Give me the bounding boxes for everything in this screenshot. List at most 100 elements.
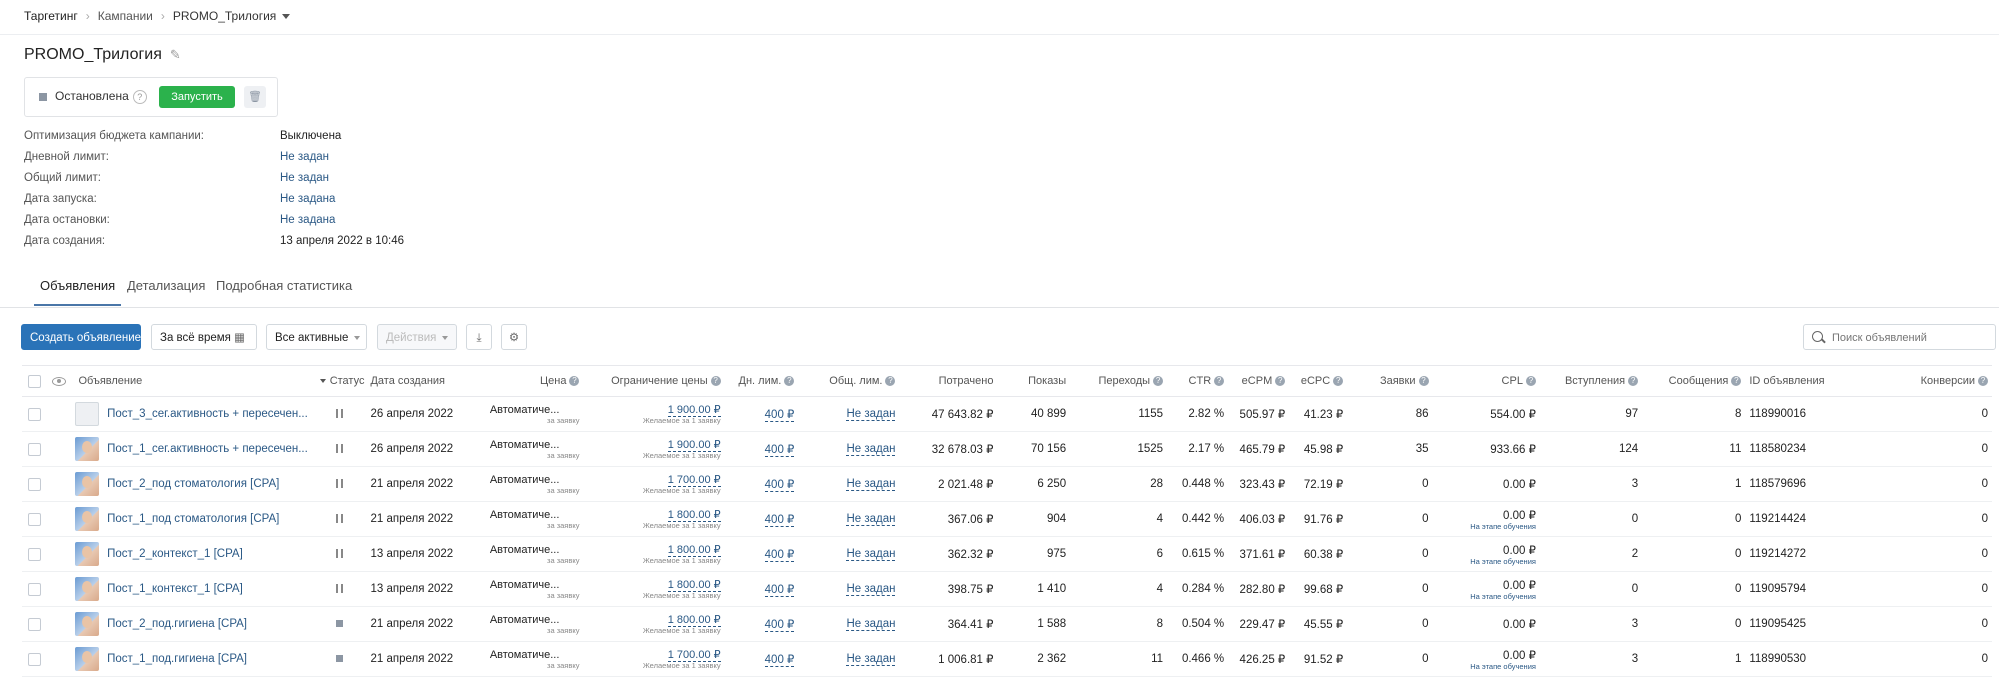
help-icon[interactable]: ? (1333, 376, 1344, 387)
table-row[interactable]: Пост_2_контекст_1 [CPA] 13 апреля 2022 Авт… (22, 536, 1992, 572)
breadcrumb-campaigns[interactable]: Кампании (98, 9, 153, 23)
price-limit-link[interactable]: 1 800.00 ₽ (667, 508, 721, 522)
total-limit-link[interactable]: Не задан (846, 478, 896, 491)
help-icon[interactable]: ? (710, 376, 721, 387)
pencil-icon[interactable]: ✎ (170, 47, 181, 63)
daily-limit-link[interactable]: Не задан (280, 151, 329, 163)
total-limit-link[interactable]: Не задан (846, 443, 896, 456)
ad-name-link[interactable]: Пост_2_контекст_1 [CPA] (107, 548, 243, 560)
col-spent[interactable]: Потрачено (899, 365, 998, 397)
ad-thumbnail[interactable] (74, 647, 99, 671)
row-checkbox[interactable] (28, 407, 42, 421)
price-limit-link[interactable]: 1 900.00 ₽ (667, 403, 721, 417)
ad-thumbnail[interactable] (74, 577, 99, 601)
help-icon[interactable]: ? (1628, 376, 1639, 387)
help-icon[interactable]: ? (1731, 376, 1742, 387)
total-limit-link[interactable]: Не задан (846, 548, 896, 561)
col-price-limit[interactable]: Ограничение цены? (583, 365, 725, 397)
day-limit-link[interactable]: 400 ₽ (764, 409, 795, 422)
col-leads[interactable]: Заявки? (1347, 365, 1433, 397)
price-limit-link[interactable]: 1 900.00 ₽ (667, 438, 721, 452)
col-conversions[interactable]: Конверсии? (1853, 365, 1992, 397)
col-created[interactable]: Дата создания (366, 365, 472, 397)
table-row[interactable]: Пост_1_под.гигиена [CPA] 21 апреля 2022 Ав… (22, 641, 1992, 677)
pause-icon[interactable] (335, 479, 343, 489)
price-limit-link[interactable]: 1 800.00 ₽ (667, 578, 721, 592)
day-limit-link[interactable]: 400 ₽ (764, 654, 795, 667)
stop-date-link[interactable]: Не задана (280, 214, 335, 226)
day-limit-link[interactable]: 400 ₽ (764, 584, 795, 597)
ad-thumbnail[interactable] (74, 507, 99, 531)
download-icon[interactable]: ⤓ (466, 324, 492, 350)
total-limit-link[interactable]: Не задан (846, 408, 896, 421)
help-icon[interactable]: ? (1525, 376, 1536, 387)
trash-icon[interactable]: 🗑 (244, 86, 266, 108)
breadcrumb-targeting[interactable]: Таргетинг (24, 9, 78, 23)
day-limit-link[interactable]: 400 ₽ (764, 479, 795, 492)
stop-icon[interactable] (335, 655, 343, 663)
col-ecpm[interactable]: eCPM? (1228, 365, 1290, 397)
visibility-column[interactable] (47, 365, 71, 397)
ad-name-link[interactable]: Пост_2_под стоматология [CPA] (107, 478, 279, 490)
help-icon[interactable]: ? (1418, 376, 1429, 387)
row-checkbox[interactable] (28, 617, 42, 631)
checkbox[interactable] (28, 374, 42, 388)
col-shows[interactable]: Показы (997, 365, 1071, 397)
help-icon[interactable]: ? (885, 376, 896, 387)
row-checkbox[interactable] (28, 512, 42, 526)
price-cell[interactable]: Автоматиче... за заявку (471, 606, 584, 642)
col-ad[interactable]: Объявление (70, 365, 312, 397)
price-limit-link[interactable]: 1 700.00 ₽ (667, 473, 721, 487)
total-limit-link[interactable]: Не задан (846, 513, 896, 526)
price-cell[interactable]: Автоматиче... за заявку (471, 641, 584, 677)
col-day-limit[interactable]: Дн. лим.? (724, 365, 799, 397)
create-ad-button[interactable]: Создать объявление (21, 324, 141, 350)
actions-select[interactable]: Действия (377, 324, 457, 350)
tab-ads[interactable]: Объявления (33, 278, 122, 306)
tab-statistics[interactable]: Подробная статистика (216, 278, 352, 293)
row-checkbox[interactable] (28, 582, 42, 596)
gear-icon[interactable]: ⚙ (501, 324, 527, 350)
start-date-link[interactable]: Не задана (280, 193, 335, 205)
total-limit-link[interactable]: Не задан (846, 583, 896, 596)
table-row[interactable]: Пост_2_под стоматология [CPA] 21 апреля 2… (22, 466, 1992, 502)
price-cell[interactable]: Автоматиче... за заявку (471, 466, 584, 502)
ad-name-link[interactable]: Пост_1_контекст_1 [CPA] (107, 583, 243, 595)
price-limit-link[interactable]: 1 700.00 ₽ (667, 648, 721, 662)
pause-icon[interactable] (335, 584, 343, 594)
price-cell[interactable]: Автоматиче... за заявку (471, 571, 584, 607)
filter-select[interactable]: Все активные (266, 324, 367, 350)
col-cpl[interactable]: CPL? (1432, 365, 1540, 397)
breadcrumb-current[interactable]: PROMO_Трилогия (173, 9, 276, 23)
col-clicks[interactable]: Переходы? (1070, 365, 1168, 397)
col-ctr[interactable]: CTR? (1167, 365, 1229, 397)
table-row[interactable]: Пост_1_под стоматология [CPA] 21 апреля 2… (22, 501, 1992, 537)
ad-name-link[interactable]: Пост_1_сег.активность + пересечен... (107, 443, 308, 455)
ad-thumbnail[interactable] (74, 472, 99, 496)
pause-icon[interactable] (335, 514, 343, 524)
price-cell[interactable]: Автоматиче... за заявку (471, 501, 584, 537)
price-limit-link[interactable]: 1 800.00 ₽ (667, 613, 721, 627)
day-limit-link[interactable]: 400 ₽ (764, 514, 795, 527)
ad-name-link[interactable]: Пост_1_под.гигиена [CPA] (107, 653, 247, 665)
price-cell[interactable]: Автоматиче... за заявку (471, 536, 584, 572)
pause-icon[interactable] (335, 444, 343, 454)
help-icon[interactable]: ? (784, 376, 795, 387)
total-limit-link[interactable]: Не задан (846, 618, 896, 631)
col-total-limit[interactable]: Общ. лим.? (798, 365, 900, 397)
pause-icon[interactable] (335, 549, 343, 559)
table-row[interactable]: Пост_1_сег.активность + пересечен... 26 а… (22, 431, 1992, 467)
col-joins[interactable]: Вступления? (1539, 365, 1643, 397)
help-icon[interactable]: ? (1153, 376, 1164, 387)
start-button[interactable]: Запустить (159, 86, 235, 108)
help-icon[interactable]: ? (1978, 376, 1988, 387)
help-icon[interactable]: ? (1275, 376, 1286, 387)
search-input[interactable] (1830, 328, 1994, 348)
col-ad-id[interactable]: ID объявления (1745, 365, 1854, 397)
total-limit-link[interactable]: Не задан (846, 653, 896, 666)
help-icon[interactable]: ? (132, 89, 147, 104)
ad-thumbnail[interactable] (74, 402, 99, 426)
ad-thumbnail[interactable] (74, 612, 99, 636)
col-price[interactable]: Цена? (471, 365, 584, 397)
price-cell[interactable]: Автоматиче... за заявку (471, 396, 584, 432)
